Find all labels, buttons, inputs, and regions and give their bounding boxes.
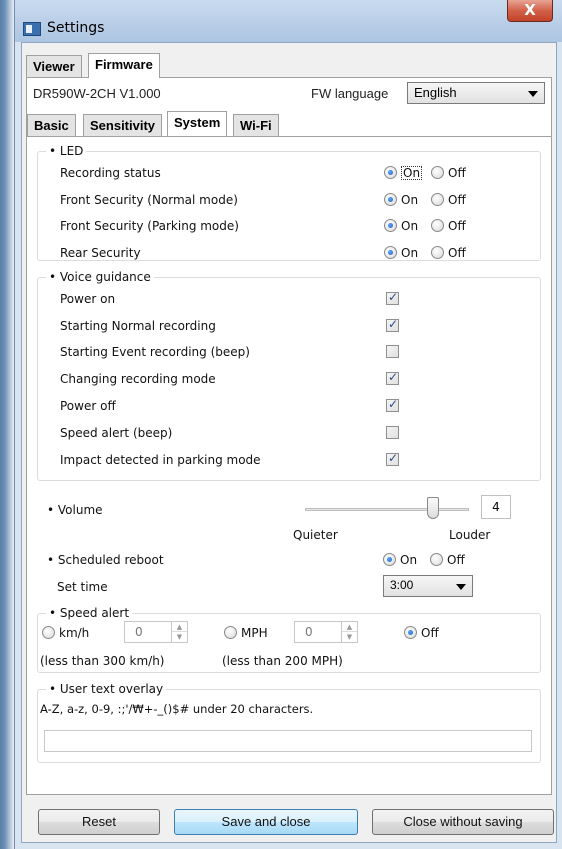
led-off-label: Off xyxy=(448,166,466,180)
stepper-down-icon[interactable]: ▼ xyxy=(172,632,187,642)
overlay-text-input[interactable] xyxy=(44,730,532,752)
led-rear-on-radio[interactable] xyxy=(384,246,397,259)
fw-language-value: English xyxy=(414,85,457,100)
client-area: Viewer Firmware DR590W-2CH V1.000 FW lan… xyxy=(21,42,557,843)
reboot-on-radio[interactable] xyxy=(383,553,396,566)
voice-legend: • Voice guidance xyxy=(46,270,154,284)
voice-power-on-checkbox[interactable] xyxy=(386,290,399,305)
system-tab-panel: • LED Recording status On Off Front Secu… xyxy=(27,136,551,788)
voice-item-label: Changing recording mode xyxy=(60,372,216,386)
title-bar[interactable]: Settings X xyxy=(15,0,562,42)
led-on-label: On xyxy=(401,219,419,233)
led-item-label: Rear Security xyxy=(60,246,141,260)
set-time-label: Set time xyxy=(57,580,108,594)
close-without-saving-button[interactable]: Close without saving xyxy=(372,809,554,835)
voice-event-rec-checkbox[interactable] xyxy=(386,345,399,358)
voice-item-label: Power off xyxy=(60,399,116,413)
speed-mph-label: MPH xyxy=(241,626,268,640)
tab-firmware[interactable]: Firmware xyxy=(88,53,160,78)
voice-speed-alert-checkbox[interactable] xyxy=(386,426,399,439)
led-on-label: On xyxy=(401,193,419,207)
led-off-label: Off xyxy=(448,246,466,260)
voice-item-label: Speed alert (beep) xyxy=(60,426,173,440)
stepper-down-icon[interactable]: ▼ xyxy=(342,632,357,642)
led-group: • LED Recording status On Off Front Secu… xyxy=(37,144,541,261)
led-rear-off-radio[interactable] xyxy=(431,246,444,259)
led-front-parking-on-radio[interactable] xyxy=(384,219,397,232)
stepper-up-icon[interactable]: ▲ xyxy=(342,622,357,632)
reboot-time-dropdown[interactable]: 3:00 xyxy=(383,575,473,597)
close-window-button[interactable]: X xyxy=(507,0,553,22)
chevron-down-icon xyxy=(528,91,538,97)
voice-item-label: Starting Event recording (beep) xyxy=(60,345,250,359)
firmware-panel: DR590W-2CH V1.000 FW language English Ba… xyxy=(26,77,552,795)
speed-kmh-value: 0 xyxy=(135,625,143,639)
app-icon xyxy=(23,22,41,36)
led-recording-on-radio[interactable] xyxy=(384,166,397,179)
tab-system[interactable]: System xyxy=(167,111,228,136)
scheduled-reboot-label: • Scheduled reboot xyxy=(47,553,164,567)
reboot-off-radio[interactable] xyxy=(430,553,443,566)
window-title: Settings xyxy=(47,20,105,36)
tab-sensitivity[interactable]: Sensitivity xyxy=(83,114,163,136)
led-on-label: On xyxy=(401,166,423,180)
led-front-normal-on-radio[interactable] xyxy=(384,193,397,206)
led-front-parking-off-radio[interactable] xyxy=(431,219,444,232)
speed-off-radio[interactable] xyxy=(404,626,417,639)
speed-alert-group: • Speed alert km/h 0 ▲ ▼ (less than 300 … xyxy=(37,606,541,673)
fw-language-dropdown[interactable]: English xyxy=(407,82,545,104)
save-and-close-button[interactable]: Save and close xyxy=(174,809,358,835)
led-legend: • LED xyxy=(46,144,87,158)
voice-normal-rec-checkbox[interactable] xyxy=(386,317,399,332)
led-front-normal-off-radio[interactable] xyxy=(431,193,444,206)
model-version: DR590W-2CH V1.000 xyxy=(33,86,161,101)
reboot-off-label: Off xyxy=(447,553,465,567)
led-item-label: Front Security (Parking mode) xyxy=(60,219,239,233)
speed-mph-radio[interactable] xyxy=(224,626,237,639)
fw-language-label: FW language xyxy=(311,86,389,101)
user-text-overlay-group: • User text overlay A-Z, a-z, 0-9, :;'/₩… xyxy=(37,682,541,763)
stepper-up-icon[interactable]: ▲ xyxy=(172,622,187,632)
speed-kmh-hint: (less than 300 km/h) xyxy=(40,654,165,668)
speed-mph-value: 0 xyxy=(305,625,313,639)
tab-wifi[interactable]: Wi-Fi xyxy=(233,114,279,136)
voice-item-label: Power on xyxy=(60,292,116,306)
tab-basic[interactable]: Basic xyxy=(27,114,76,136)
voice-item-label: Starting Normal recording xyxy=(60,319,216,333)
volume-louder-label: Louder xyxy=(449,528,491,542)
chevron-down-icon xyxy=(456,584,466,590)
volume-label: • Volume xyxy=(47,503,103,517)
led-off-label: Off xyxy=(448,219,466,233)
tab-viewer[interactable]: Viewer xyxy=(26,55,82,77)
voice-change-mode-checkbox[interactable] xyxy=(386,370,399,385)
volume-quieter-label: Quieter xyxy=(293,528,338,542)
led-item-label: Front Security (Normal mode) xyxy=(60,193,238,207)
led-on-label: On xyxy=(401,246,419,260)
volume-slider-thumb[interactable] xyxy=(426,497,439,519)
voice-item-label: Impact detected in parking mode xyxy=(60,453,261,467)
voice-impact-parking-checkbox[interactable] xyxy=(386,451,399,466)
speed-kmh-stepper[interactable]: 0 ▲ ▼ xyxy=(124,621,188,643)
led-item-label: Recording status xyxy=(60,166,161,180)
overlay-legend: • User text overlay xyxy=(46,682,167,696)
led-recording-off-radio[interactable] xyxy=(431,166,444,179)
speed-mph-hint: (less than 200 MPH) xyxy=(222,654,343,668)
settings-window: Settings X Viewer Firmware DR590W-2CH V1… xyxy=(14,0,562,849)
led-off-label: Off xyxy=(448,193,466,207)
speed-mph-stepper[interactable]: 0 ▲ ▼ xyxy=(294,621,358,643)
reboot-on-label: On xyxy=(400,553,418,567)
voice-guidance-group: • Voice guidance Power on Starting Norma… xyxy=(37,270,541,481)
volume-value-box: 4 xyxy=(481,495,511,519)
background-window-edge xyxy=(0,0,14,849)
volume-slider-track[interactable] xyxy=(305,508,469,511)
speed-off-label: Off xyxy=(421,626,439,640)
reboot-time-value: 3:00 xyxy=(390,578,414,592)
overlay-hint: A-Z, a-z, 0-9, :;'/₩+-_()$# under 20 cha… xyxy=(40,702,314,716)
voice-power-off-checkbox[interactable] xyxy=(386,397,399,412)
speed-alert-legend: • Speed alert xyxy=(46,606,133,620)
speed-kmh-radio[interactable] xyxy=(42,626,55,639)
reset-button[interactable]: Reset xyxy=(38,809,160,835)
speed-kmh-label: km/h xyxy=(59,626,90,640)
